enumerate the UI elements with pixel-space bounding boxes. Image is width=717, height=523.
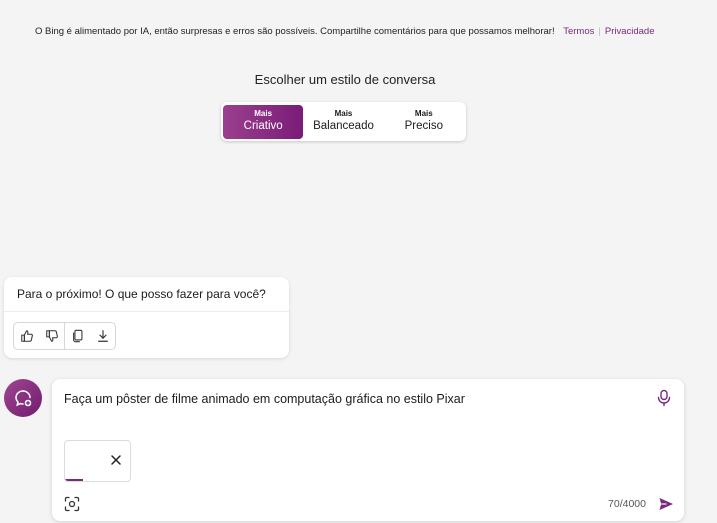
copy-button[interactable] [65,323,90,349]
style-option-balanced[interactable]: Mais Balanceado [303,105,383,139]
close-icon[interactable] [109,453,123,467]
style-option-label: Criativo [243,120,283,132]
style-option-prefix: Mais [414,109,433,118]
disclaimer-text: O Bing é alimentado por IA, então surpre… [35,26,555,37]
thumbs-up-button[interactable] [14,323,39,349]
style-option-creative[interactable]: Mais Criativo [223,104,304,139]
chat-input-field[interactable]: Faça um pôster de filme animado em compu… [64,392,465,406]
new-topic-button[interactable] [4,379,42,417]
conversation-style-selector: Mais Criativo Mais Balanceado Mais Preci… [221,102,466,141]
upload-progress-bar [65,479,84,481]
terms-link[interactable]: Termos [563,26,594,37]
visual-search-icon[interactable] [64,496,80,512]
image-attachment[interactable] [64,440,131,482]
thumbs-down-icon [45,330,58,342]
style-option-prefix: Mais [334,109,353,118]
message-actions [13,322,116,350]
chat-input-box[interactable]: Faça um pôster de filme animado em compu… [52,379,684,521]
download-icon [97,330,108,342]
copy-icon [72,329,82,343]
disclaimer-bar: O Bing é alimentado por IA, então surpre… [35,26,655,37]
thumbs-up-icon [20,330,33,342]
style-option-precise[interactable]: Mais Preciso [384,105,464,139]
style-option-label: Preciso [404,120,443,132]
thumbs-down-button[interactable] [39,323,64,349]
send-icon[interactable] [658,496,674,512]
style-option-label: Balanceado [313,120,374,132]
link-divider: | [598,26,601,37]
microphone-icon[interactable] [656,389,672,407]
message-divider [4,311,289,312]
new-topic-icon [15,390,32,407]
conversation-style-title: Escolher um estilo de conversa [254,72,436,87]
bot-message-card: Para o próximo! O que posso fazer para v… [4,277,289,358]
character-counter: 70/4000 [608,498,646,510]
download-button[interactable] [90,323,115,349]
style-option-prefix: Mais [254,109,273,118]
upload-progress-track [65,479,130,481]
bot-message-text: Para o próximo! O que posso fazer para v… [17,287,266,301]
privacy-link[interactable]: Privacidade [605,26,655,37]
